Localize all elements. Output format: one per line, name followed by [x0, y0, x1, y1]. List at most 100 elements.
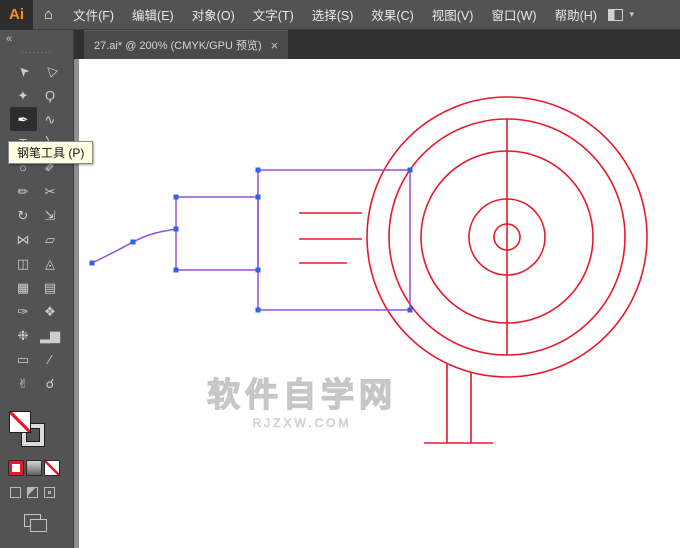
scale-icon: ⇲ — [44, 207, 56, 223]
tool-symbol-sprayer[interactable]: ❉ — [10, 323, 37, 347]
shape-builder-icon: ◫ — [16, 255, 30, 271]
tool-lasso[interactable]: Ϙ — [37, 83, 64, 107]
mesh-icon: ▦ — [16, 279, 30, 295]
none-mode-slash — [45, 461, 59, 475]
anchor-point[interactable] — [173, 267, 179, 273]
panel-drag-grip[interactable]: ········ — [21, 47, 53, 57]
slice-icon: ∕ — [48, 351, 52, 367]
free-transform-icon: ▱ — [45, 231, 55, 247]
home-icon[interactable]: ⌂ — [33, 6, 64, 23]
workspace-switcher[interactable]: ▾ — [608, 8, 634, 21]
tool-artboard[interactable]: ▭ — [10, 347, 37, 371]
tool-blend[interactable]: ❖ — [37, 299, 64, 323]
tool-selection[interactable]: ➤ — [10, 59, 37, 83]
hand-icon: ✌ — [17, 375, 29, 391]
anchor-point[interactable] — [130, 239, 136, 245]
perspective-grid-icon: ◬ — [45, 255, 55, 271]
menu-view[interactable]: 视图(V) — [423, 0, 483, 30]
anchor-point[interactable] — [255, 307, 261, 313]
tool-pen[interactable]: ✒ — [9, 107, 37, 131]
menu-help[interactable]: 帮助(H) — [546, 0, 606, 30]
pen-tool-tooltip: 钢笔工具 (P) — [8, 141, 94, 164]
document-area: 27.ai* @ 200% (CMYK/GPU 预览) × 软件自学网 RJZX… — [74, 30, 680, 548]
red-speaker-paths[interactable] — [299, 96, 648, 444]
draw-mode-row — [10, 487, 73, 498]
color-swatches — [9, 411, 49, 451]
document-tab[interactable]: 27.ai* @ 200% (CMYK/GPU 预览) × — [84, 30, 289, 59]
artboard-icon: ▭ — [16, 351, 30, 367]
tool-mesh[interactable]: ▦ — [10, 275, 37, 299]
tools-panel-header: « ········ — [0, 30, 73, 59]
anchor-point[interactable] — [89, 260, 95, 266]
menu-object[interactable]: 对象(O) — [183, 0, 244, 30]
app-logo[interactable]: Ai — [0, 0, 33, 30]
menu-bar: Ai ⌂ 文件(F) 编辑(E) 对象(O) 文字(T) 选择(S) 效果(C)… — [0, 0, 680, 30]
lasso-icon: Ϙ — [44, 87, 56, 103]
tool-perspective-grid[interactable]: ◬ — [37, 251, 64, 275]
menu-effect[interactable]: 效果(C) — [362, 0, 422, 30]
tool-pencil[interactable]: ✏ — [10, 179, 37, 203]
curvature-icon: ∿ — [44, 111, 56, 127]
chevron-down-icon: ▾ — [629, 9, 634, 19]
fill-color-swatch[interactable] — [9, 411, 31, 433]
eyedropper-icon: ✑ — [17, 303, 29, 319]
canvas[interactable]: 软件自学网 RJZXW.COM — [74, 59, 680, 548]
screen-mode-rect-front — [30, 519, 47, 532]
tool-width[interactable]: ⋈ — [10, 227, 37, 251]
gradient-mode-button[interactable] — [27, 461, 41, 475]
tool-hand[interactable]: ✌ — [10, 371, 37, 395]
anchor-point[interactable] — [255, 167, 261, 173]
document-tab-title: 27.ai* @ 200% (CMYK/GPU 预览) — [94, 40, 262, 52]
anchor-point[interactable] — [407, 167, 413, 173]
selected-rectangle-large[interactable] — [257, 169, 411, 311]
menu-file[interactable]: 文件(F) — [64, 0, 123, 30]
tools-panel: « ········ ➤ ▷ ✦ Ϙ ✒ ∿ T ╲ ○ ✐ ✏ ✂ ↻ ⇲ ⋈… — [0, 30, 74, 548]
magic-wand-icon: ✦ — [17, 87, 29, 103]
tool-scissors[interactable]: ✂ — [37, 179, 64, 203]
draw-behind-button[interactable] — [27, 487, 38, 498]
tool-column-graph[interactable]: ▂▆ — [37, 323, 64, 347]
selected-rectangle-small[interactable] — [175, 196, 259, 271]
tool-zoom[interactable]: ☌ — [37, 371, 64, 395]
direct-selection-icon: ▷ — [41, 62, 59, 80]
selected-curve-path[interactable] — [91, 228, 177, 264]
symbol-sprayer-icon: ❉ — [17, 327, 29, 343]
tool-gradient[interactable]: ▤ — [37, 275, 64, 299]
draw-normal-button[interactable] — [10, 487, 21, 498]
tool-rotate[interactable]: ↻ — [10, 203, 37, 227]
tool-slice[interactable]: ∕ — [37, 347, 64, 371]
tool-scale[interactable]: ⇲ — [37, 203, 64, 227]
tool-free-transform[interactable]: ▱ — [37, 227, 64, 251]
tool-magic-wand[interactable]: ✦ — [10, 83, 37, 107]
screen-mode-button[interactable] — [24, 514, 48, 532]
menu-type[interactable]: 文字(T) — [244, 0, 303, 30]
width-tool-icon: ⋈ — [16, 231, 30, 247]
draw-inside-button[interactable] — [44, 487, 55, 498]
menu-window[interactable]: 窗口(W) — [482, 0, 545, 30]
panel-collapse-button[interactable]: « — [6, 33, 12, 45]
column-graph-icon: ▂▆ — [40, 327, 60, 343]
paint-mode-row — [9, 461, 73, 475]
none-mode-button[interactable] — [45, 461, 59, 475]
color-mode-button[interactable] — [9, 461, 23, 475]
tab-close-icon[interactable]: × — [271, 38, 279, 53]
tool-curvature[interactable]: ∿ — [37, 107, 64, 131]
anchor-point[interactable] — [407, 307, 413, 313]
anchor-point[interactable] — [255, 267, 261, 273]
menu-select[interactable]: 选择(S) — [303, 0, 363, 30]
blend-icon: ❖ — [44, 303, 56, 319]
illustrator-app: Ai ⌂ 文件(F) 编辑(E) 对象(O) 文字(T) 选择(S) 效果(C)… — [0, 0, 680, 548]
anchor-point[interactable] — [255, 194, 261, 200]
workspace-grid-icon — [608, 8, 624, 21]
anchor-point[interactable] — [173, 194, 179, 200]
tool-grid: ➤ ▷ ✦ Ϙ ✒ ∿ T ╲ ○ ✐ ✏ ✂ ↻ ⇲ ⋈ ▱ ◫ ◬ ▦ ▤ — [0, 59, 73, 395]
document-tab-bar: 27.ai* @ 200% (CMYK/GPU 预览) × — [74, 30, 680, 59]
tool-direct-selection[interactable]: ▷ — [37, 59, 64, 83]
none-fill-slash — [10, 412, 30, 432]
menu-edit[interactable]: 编辑(E) — [123, 0, 183, 30]
artwork — [89, 96, 648, 444]
selected-pen-paths[interactable] — [91, 169, 411, 311]
anchor-point[interactable] — [173, 226, 179, 232]
tool-eyedropper[interactable]: ✑ — [10, 299, 37, 323]
tool-shape-builder[interactable]: ◫ — [10, 251, 37, 275]
